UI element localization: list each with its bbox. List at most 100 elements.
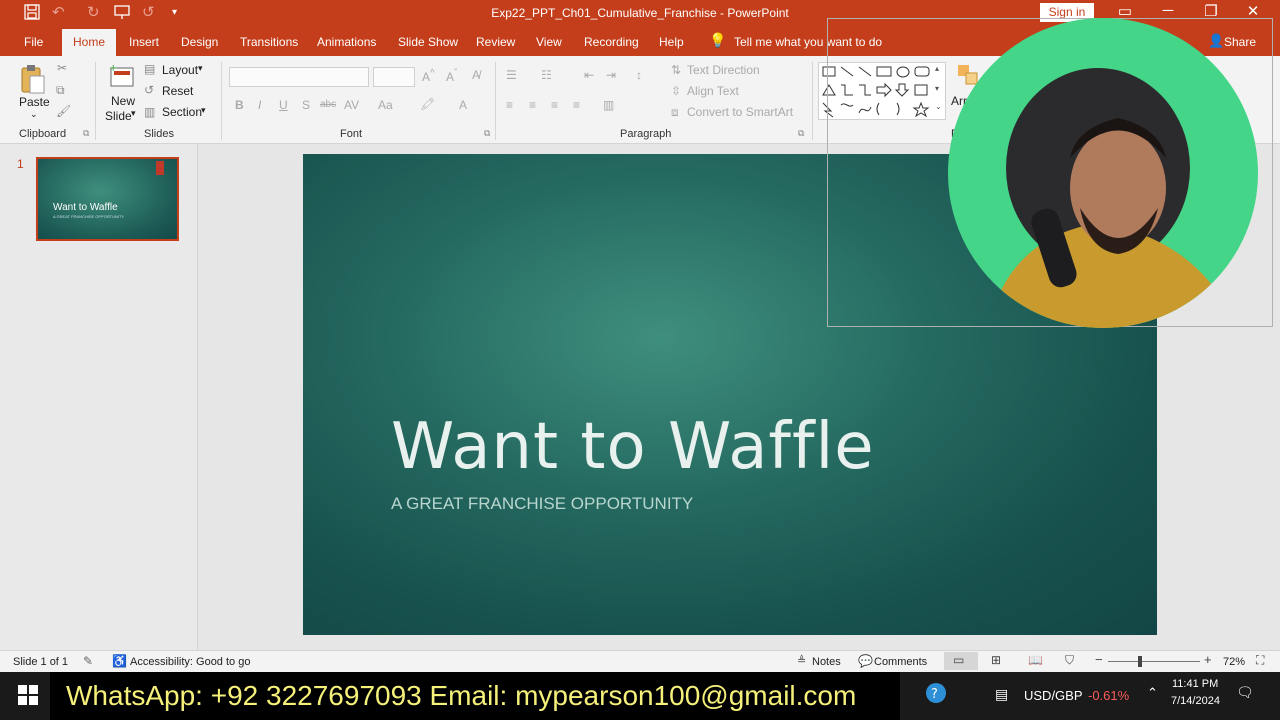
zoom-in-icon[interactable]: +	[1204, 652, 1212, 667]
notifications-icon[interactable]: 🗨	[1236, 684, 1254, 701]
layout-button[interactable]: Layout	[162, 63, 198, 77]
accessibility-icon[interactable]: ♿	[112, 654, 127, 668]
clipboard-launcher-icon[interactable]: ⧉	[83, 128, 89, 139]
tab-file[interactable]: File	[24, 35, 43, 49]
windows-start-icon[interactable]	[18, 685, 38, 708]
font-name-combobox[interactable]	[229, 67, 369, 87]
clock-date[interactable]: 7/14/2024	[1171, 695, 1220, 707]
layout-icon[interactable]: ▤	[144, 62, 155, 76]
paste-label[interactable]: Paste	[19, 95, 50, 109]
comments-button[interactable]: Comments	[874, 656, 927, 668]
slide-title[interactable]: Want to Waffle	[391, 410, 875, 484]
minimize-icon[interactable]: ─	[1153, 2, 1183, 19]
accessibility-status[interactable]: Accessibility: Good to go	[130, 656, 250, 668]
new-slide-icon[interactable]: +	[108, 63, 136, 92]
clock-time[interactable]: 11:41 PM	[1172, 678, 1218, 690]
clear-formatting-icon[interactable]: A̸	[472, 68, 480, 82]
section-button[interactable]: Section	[162, 105, 202, 119]
paste-icon[interactable]	[20, 64, 46, 97]
text-direction-icon[interactable]: ⇅	[671, 63, 681, 77]
layout-dropdown-icon[interactable]: ▾	[198, 63, 203, 74]
new-slide-label[interactable]: New	[111, 94, 135, 108]
zoom-out-icon[interactable]: −	[1095, 652, 1103, 667]
new-slide-label-2[interactable]: Slide	[105, 109, 132, 123]
tab-transitions[interactable]: Transitions	[240, 35, 298, 49]
currency-pair[interactable]: USD/GBP	[1024, 688, 1083, 703]
format-painter-icon[interactable]: 🖌	[56, 104, 71, 118]
line-spacing-icon[interactable]: ↕	[636, 68, 642, 82]
font-launcher-icon[interactable]: ⧉	[484, 128, 490, 139]
align-center-icon[interactable]: ≡	[529, 98, 536, 112]
increase-font-icon[interactable]: A^	[422, 68, 435, 84]
bullets-icon[interactable]: ☰	[506, 68, 517, 82]
align-left-icon[interactable]: ≡	[506, 98, 513, 112]
fit-to-window-icon[interactable]: ⛶	[1256, 653, 1264, 668]
currency-change[interactable]: -0.61%	[1088, 688, 1129, 703]
new-slide-dropdown-icon[interactable]: ▾	[131, 108, 136, 119]
underline-icon[interactable]: U	[279, 98, 288, 112]
zoom-slider-track[interactable]	[1108, 661, 1200, 662]
decrease-indent-icon[interactable]: ⇤	[584, 68, 594, 82]
status-bar: Slide 1 of 1 ✎ ♿ Accessibility: Good to …	[0, 650, 1280, 672]
decrease-font-icon[interactable]: Aˇ	[446, 68, 457, 84]
numbering-icon[interactable]: ☷	[541, 68, 552, 82]
zoom-level[interactable]: 72%	[1223, 656, 1245, 668]
text-direction-button[interactable]: Text Direction	[687, 63, 760, 77]
convert-smartart-button[interactable]: Convert to SmartArt	[687, 105, 793, 119]
slideshow-icon[interactable]: ⛉	[1065, 653, 1074, 668]
reading-view-icon[interactable]: 📖	[1028, 653, 1043, 667]
slide-thumbnail[interactable]: Want to Waffle A GREAT FRANCHISE OPPORTU…	[36, 157, 179, 241]
reset-icon[interactable]: ↺	[144, 83, 154, 97]
highlight-icon[interactable]: 🖍	[420, 97, 435, 111]
tab-home[interactable]: Home	[62, 29, 117, 56]
help-app-icon[interactable]: ?	[925, 682, 947, 707]
smartart-icon[interactable]: ⧈	[671, 105, 679, 120]
divider	[495, 62, 496, 140]
divider	[221, 62, 222, 140]
character-spacing-icon[interactable]: AV	[344, 98, 359, 112]
tab-slide-show[interactable]: Slide Show	[398, 35, 458, 49]
tab-recording[interactable]: Recording	[584, 35, 639, 49]
bold-icon[interactable]: B	[235, 98, 244, 112]
tab-animations[interactable]: Animations	[317, 35, 376, 49]
tab-review[interactable]: Review	[476, 35, 515, 49]
font-group-label: Font	[340, 128, 363, 140]
thumbnail-title: Want to Waffle	[53, 202, 118, 213]
tray-chevron-icon[interactable]: ⌃	[1147, 685, 1158, 701]
align-text-button[interactable]: Align Text	[687, 84, 739, 98]
paragraph-group-label: Paragraph	[620, 128, 672, 140]
notes-button[interactable]: Notes	[812, 656, 841, 668]
slide-sorter-icon[interactable]: ⊞	[991, 653, 1001, 667]
cut-icon[interactable]: ✂	[57, 61, 67, 75]
align-right-icon[interactable]: ≡	[551, 98, 558, 112]
strikethrough-icon[interactable]: abc	[320, 99, 336, 110]
tab-view[interactable]: View	[536, 35, 562, 49]
comments-icon[interactable]: 💬	[858, 654, 873, 668]
divider	[812, 62, 813, 140]
paragraph-launcher-icon[interactable]: ⧉	[798, 128, 804, 139]
font-color-icon[interactable]: A	[459, 98, 467, 112]
increase-indent-icon[interactable]: ⇥	[606, 68, 616, 82]
paste-dropdown-icon[interactable]: ⌄	[30, 109, 38, 120]
italic-icon[interactable]: I	[258, 98, 261, 112]
svg-text:?: ?	[931, 687, 938, 702]
tab-insert[interactable]: Insert	[129, 35, 159, 49]
copy-icon[interactable]: ⧉	[56, 83, 65, 98]
columns-icon[interactable]: ▥	[603, 98, 614, 112]
change-case-icon[interactable]: Aa	[378, 98, 393, 112]
shadow-icon[interactable]: S	[302, 98, 310, 112]
section-dropdown-icon[interactable]: ▾	[201, 105, 206, 116]
justify-icon[interactable]: ≡	[573, 98, 580, 112]
zoom-slider-thumb[interactable]	[1138, 656, 1142, 667]
stocks-icon[interactable]: ▤	[995, 686, 1008, 703]
align-text-icon[interactable]: ⇳	[671, 84, 681, 98]
tab-help[interactable]: Help	[659, 35, 684, 49]
font-size-combobox[interactable]	[373, 67, 415, 87]
notes-icon[interactable]: ≜	[797, 654, 806, 667]
reset-button[interactable]: Reset	[162, 84, 193, 98]
section-icon[interactable]: ▥	[144, 105, 155, 119]
slide-subtitle[interactable]: A GREAT FRANCHISE OPPORTUNITY	[391, 494, 693, 514]
spelling-icon[interactable]: ✎	[83, 654, 93, 668]
svg-text:+: +	[109, 63, 117, 74]
tab-design[interactable]: Design	[181, 35, 218, 49]
